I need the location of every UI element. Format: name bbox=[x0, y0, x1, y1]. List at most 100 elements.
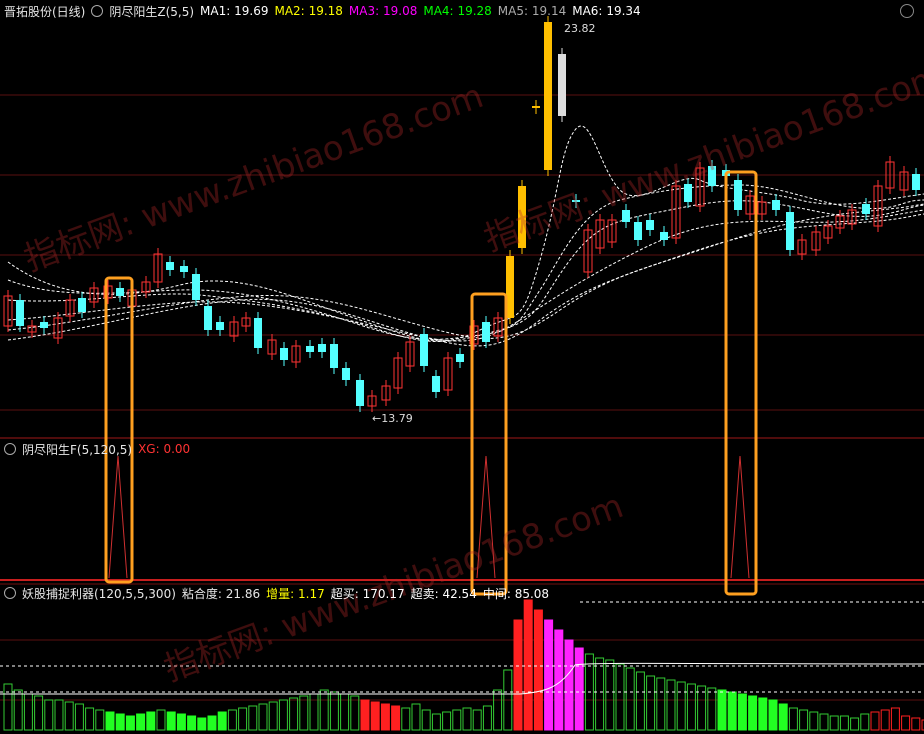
adhesion-readout: 粘合度: 21.86 bbox=[181, 586, 261, 601]
signal-indicator-name: 阴尽阳生F(5,120,5) bbox=[22, 442, 133, 457]
candle-42 bbox=[532, 100, 540, 114]
candle-body bbox=[318, 344, 326, 352]
candle-30 bbox=[381, 380, 391, 406]
candle-49 bbox=[622, 204, 630, 228]
candle-body bbox=[660, 232, 668, 240]
candle-50 bbox=[634, 216, 642, 246]
candle-20 bbox=[254, 312, 262, 354]
overbought-readout: 超买: 170.17 bbox=[330, 586, 405, 601]
candle-63 bbox=[797, 234, 807, 260]
candle-47 bbox=[595, 214, 605, 254]
candle-body bbox=[306, 346, 314, 352]
candle-35 bbox=[443, 352, 453, 396]
candle-body bbox=[40, 322, 48, 328]
increment-readout: 增量: 1.17 bbox=[266, 586, 325, 601]
candle-19 bbox=[241, 312, 251, 332]
candle-64 bbox=[811, 226, 821, 256]
candle-72 bbox=[912, 168, 920, 196]
middle-readout: 中间: 85.08 bbox=[482, 586, 550, 601]
candle-71 bbox=[899, 166, 909, 196]
candle-16 bbox=[204, 300, 212, 336]
candle-17 bbox=[216, 316, 224, 336]
candle-1 bbox=[16, 294, 24, 332]
candlesticks bbox=[3, 16, 920, 412]
candle-body bbox=[912, 174, 920, 190]
candle-69 bbox=[873, 180, 883, 232]
candle-body bbox=[216, 322, 224, 330]
candle-65 bbox=[823, 220, 833, 244]
high-price-label: 23.82 bbox=[564, 22, 596, 35]
candle-34 bbox=[432, 370, 440, 398]
candle-58 bbox=[734, 174, 742, 216]
ma-line-2 bbox=[7, 184, 924, 340]
candle-body bbox=[708, 166, 716, 186]
candle-body bbox=[862, 204, 870, 214]
candle-24 bbox=[306, 340, 314, 358]
candle-body bbox=[420, 334, 428, 366]
candle-36 bbox=[456, 348, 464, 368]
candle-3 bbox=[40, 316, 48, 334]
candle-0 bbox=[3, 290, 13, 332]
candle-body bbox=[204, 306, 212, 330]
candle-61 bbox=[772, 194, 780, 216]
oversold-readout: 超卖: 42.54 bbox=[410, 586, 477, 601]
candle-body bbox=[166, 262, 174, 270]
candle-body bbox=[786, 212, 794, 250]
candle-body bbox=[482, 322, 490, 342]
candle-body bbox=[192, 274, 200, 300]
candle-body bbox=[180, 266, 188, 272]
candle-54 bbox=[684, 178, 692, 208]
volume-indicator-name: 妖股捕捉利器(120,5,5,300) bbox=[22, 586, 176, 601]
candle-23 bbox=[291, 340, 301, 368]
candle-body bbox=[356, 380, 364, 406]
candle-body bbox=[78, 298, 86, 312]
candle-60 bbox=[757, 196, 767, 220]
candle-body bbox=[518, 186, 526, 248]
candle-56 bbox=[708, 160, 716, 192]
candle-27 bbox=[342, 362, 350, 386]
candle-body bbox=[432, 376, 440, 392]
candle-48 bbox=[607, 214, 617, 248]
candle-body bbox=[330, 344, 338, 368]
volume-settings-icon[interactable] bbox=[4, 587, 16, 599]
candle-26 bbox=[330, 338, 338, 374]
candle-body bbox=[280, 348, 288, 360]
candle-body bbox=[772, 200, 780, 210]
candle-41 bbox=[518, 180, 526, 254]
candle-6 bbox=[78, 292, 86, 318]
candle-body bbox=[254, 318, 262, 348]
candle-4 bbox=[53, 312, 63, 344]
candle-52 bbox=[660, 226, 668, 246]
signal-panel-header: 阴尽阳生F(5,120,5) XG: 0.00 bbox=[0, 438, 190, 460]
candle-body bbox=[532, 106, 540, 108]
candle-25 bbox=[318, 338, 326, 358]
candle-5 bbox=[65, 294, 75, 322]
candle-body bbox=[116, 288, 124, 296]
volume-panel[interactable]: 妖股捕捉利器(120,5,5,300) 粘合度: 21.86 增量: 1.17 … bbox=[0, 582, 924, 734]
signal-panel[interactable]: 阴尽阳生F(5,120,5) XG: 0.00 bbox=[0, 438, 924, 580]
candle-59 bbox=[745, 190, 755, 220]
candle-44 bbox=[558, 48, 566, 122]
candle-body bbox=[734, 180, 742, 210]
candle-9 bbox=[116, 282, 124, 302]
candle-62 bbox=[786, 206, 794, 256]
candle-45 bbox=[572, 194, 580, 208]
candle-51 bbox=[646, 214, 654, 236]
candle-body bbox=[646, 220, 654, 230]
candle-21 bbox=[267, 334, 277, 360]
candle-body bbox=[342, 368, 350, 380]
candle-body bbox=[622, 210, 630, 222]
candle-13 bbox=[166, 256, 174, 276]
candle-15 bbox=[192, 268, 200, 306]
candle-body bbox=[572, 200, 580, 202]
candle-body bbox=[558, 54, 566, 116]
signal-settings-icon[interactable] bbox=[4, 443, 16, 455]
candle-43 bbox=[544, 16, 552, 176]
candle-18 bbox=[229, 316, 239, 342]
xg-readout: XG: 0.00 bbox=[138, 442, 191, 456]
volume-panel-header: 妖股捕捉利器(120,5,5,300) 粘合度: 21.86 增量: 1.17 … bbox=[0, 582, 549, 604]
candle-32 bbox=[405, 336, 415, 372]
candle-22 bbox=[280, 342, 288, 366]
candle-33 bbox=[420, 328, 428, 372]
candle-body bbox=[684, 184, 692, 202]
